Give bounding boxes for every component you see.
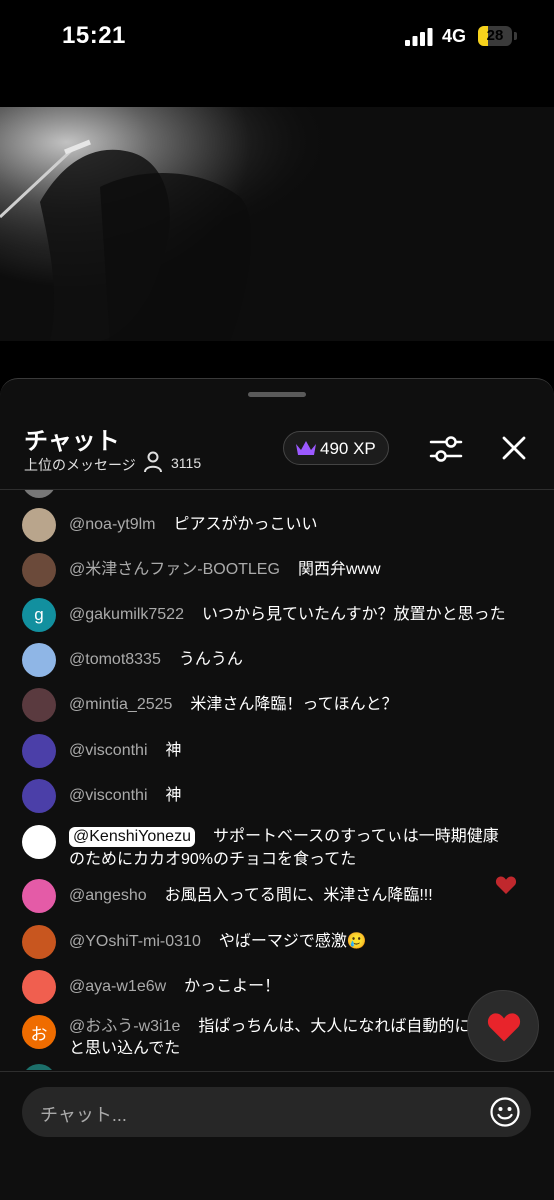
message-author[interactable]: @tomot8335 (69, 651, 161, 668)
message-text-continued: と思い込んでた (69, 1040, 181, 1057)
message-author[interactable]: @visconthi (69, 787, 148, 804)
message-text: 関西弁www (297, 561, 381, 578)
avatar-letter: お (30, 1024, 48, 1044)
message-author[interactable]: @angesho (69, 887, 147, 904)
heart-icon (495, 876, 517, 894)
message-author[interactable]: @aya-w1e6w (69, 978, 166, 995)
avatar (22, 1064, 56, 1070)
message-author[interactable]: @mintia_2525 (69, 696, 172, 713)
network-label: 4G (442, 26, 467, 46)
filter-icon[interactable] (429, 433, 463, 465)
video-player[interactable] (0, 107, 554, 341)
owner-author-badge[interactable]: @KenshiYonezu (69, 827, 195, 847)
message-author[interactable]: @米津さんファン-BOOTLEG (69, 561, 280, 578)
battery-tip (514, 32, 517, 40)
avatar (22, 970, 56, 1004)
avatar (22, 688, 56, 722)
video-letterbox (0, 341, 554, 377)
status-time: 15:21 (62, 22, 126, 49)
xp-badge[interactable]: 490 XP (283, 431, 389, 465)
avatar (22, 825, 56, 859)
xp-value: 490 XP (320, 439, 376, 458)
avatar (22, 508, 56, 542)
chat-input-placeholder: チャット... (40, 1105, 127, 1125)
chat-title: チャット (24, 428, 120, 455)
close-icon[interactable] (501, 435, 527, 461)
message-author[interactable]: @YOshiT-mi-0310 (69, 933, 201, 950)
message-text-continued: のためにカカオ90%のチョコを食ってた (69, 851, 357, 868)
avatar (22, 553, 56, 587)
chat-mode-label[interactable]: 上位のメッセージ (24, 455, 136, 475)
avatar: お (22, 1015, 56, 1049)
avatar (22, 490, 56, 498)
message-author[interactable]: @gakumilk7522 (69, 606, 184, 623)
avatar (22, 779, 56, 813)
chat-panel: チャット 上位のメッセージ 3115 490 XP @noa-yt9lm ピアスが… (0, 378, 554, 1200)
chat-input[interactable]: チャット... (22, 1087, 531, 1137)
message-text: かっこよー！ (184, 978, 281, 995)
message-author[interactable]: @visconthi (69, 742, 148, 759)
avatar: g (22, 598, 56, 632)
input-divider (0, 1071, 554, 1072)
message-text: 神 (165, 787, 182, 804)
avatar-letter: g (34, 605, 44, 624)
avatar (22, 734, 56, 768)
crown-icon (296, 441, 316, 455)
battery-percent: 28 (486, 27, 504, 44)
message-author[interactable]: @おふう-w3i1e (69, 1018, 180, 1035)
status-bar: 15:21 4G 28 (0, 0, 554, 80)
person-icon (144, 451, 162, 473)
video-frame (0, 107, 554, 341)
message-text: いつから見ていたんすか？放置かと思った (201, 606, 506, 623)
drag-handle[interactable] (248, 392, 306, 397)
message-text: うんうん (178, 651, 243, 668)
message-text: お風呂入ってる間に、米津さん降臨!!! (164, 887, 433, 904)
avatar (22, 925, 56, 959)
message-text: やばーマジで感激🥲 (218, 933, 367, 950)
signal-icon (405, 28, 433, 46)
emoji-icon[interactable] (489, 1096, 521, 1128)
avatar (22, 879, 56, 913)
message-list[interactable]: @noa-yt9lm ピアスがかっこいい @米津さんファン-BOOTLEG 関西弁w… (0, 490, 554, 1070)
message-text: サポートベースのすってぃは一時期健康 (212, 828, 499, 845)
heart-reaction-button[interactable] (467, 990, 539, 1062)
message-text: 神 (165, 742, 182, 759)
message-text: ピアスがかっこいい (173, 516, 318, 533)
avatar (22, 643, 56, 677)
message-text: 指ぱっちんは、大人になれば自動的に (198, 1018, 471, 1035)
message-text: 米津さん降臨！ってほんと？ (190, 696, 398, 713)
heart-icon (487, 1013, 521, 1042)
message-author[interactable]: @noa-yt9lm (69, 516, 156, 533)
viewer-count: 3115 (171, 455, 202, 471)
battery-icon: 28 (478, 26, 512, 46)
